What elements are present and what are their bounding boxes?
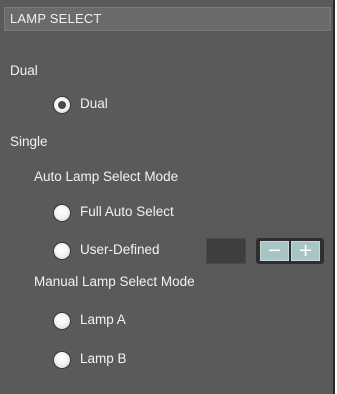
minus-icon: − bbox=[266, 240, 283, 261]
panel-title: LAMP SELECT bbox=[10, 11, 102, 26]
user-defined-stepper: − + bbox=[256, 238, 324, 264]
full-auto-select-radio[interactable] bbox=[54, 205, 70, 221]
lamp-a-label[interactable]: Lamp A bbox=[80, 312, 126, 327]
user-defined-label[interactable]: User-Defined bbox=[80, 242, 160, 257]
manual-mode-label: Manual Lamp Select Mode bbox=[34, 274, 195, 289]
lamp-a-radio[interactable] bbox=[54, 313, 70, 329]
auto-mode-label: Auto Lamp Select Mode bbox=[34, 169, 179, 184]
full-auto-select-label[interactable]: Full Auto Select bbox=[80, 204, 174, 219]
lamp-b-label[interactable]: Lamp B bbox=[80, 351, 127, 366]
single-section-label: Single bbox=[10, 134, 48, 149]
dual-section-label: Dual bbox=[10, 63, 38, 78]
dual-radio[interactable] bbox=[54, 97, 70, 113]
lamp-b-radio[interactable] bbox=[54, 352, 70, 368]
user-defined-value-field[interactable] bbox=[206, 238, 246, 264]
dual-radio-label[interactable]: Dual bbox=[80, 96, 108, 111]
decrement-button[interactable]: − bbox=[260, 240, 289, 261]
plus-icon: + bbox=[297, 240, 314, 261]
lamp-select-panel: LAMP SELECT Dual Dual Single Auto Lamp S… bbox=[0, 0, 335, 394]
panel-header: LAMP SELECT bbox=[4, 7, 331, 31]
increment-button[interactable]: + bbox=[291, 240, 320, 261]
user-defined-radio[interactable] bbox=[54, 243, 70, 259]
